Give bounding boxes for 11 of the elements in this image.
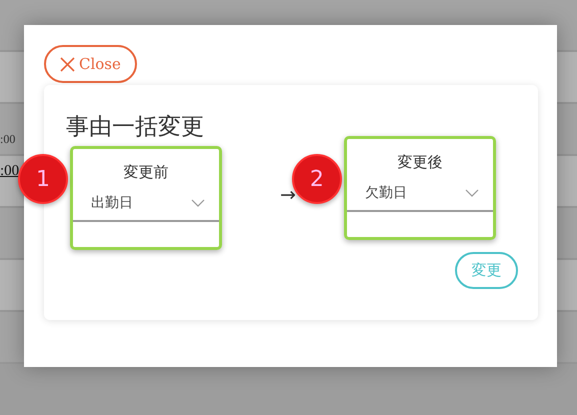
- field-label: 変更前: [124, 163, 168, 182]
- close-icon: [60, 56, 75, 72]
- time-text: :00: [0, 163, 20, 180]
- field-label: 変更後: [397, 153, 442, 172]
- time-text: :00: [0, 132, 16, 147]
- select-field[interactable]: 出勤日: [73, 194, 219, 222]
- select-field[interactable]: 欠勤日: [346, 184, 493, 212]
- dialog-title: 事由一括変更: [66, 113, 205, 142]
- chevron-down-icon: [464, 189, 479, 197]
- step-badge: 1: [18, 154, 68, 204]
- chevron-down-icon: [191, 199, 205, 207]
